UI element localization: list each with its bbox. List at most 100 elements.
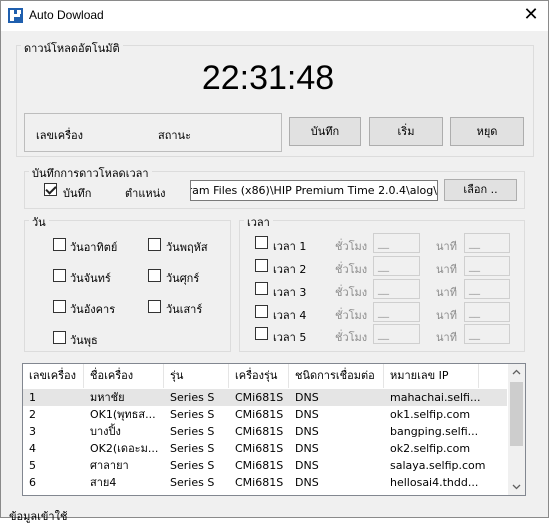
cell-machine-no: 2 [29, 408, 36, 421]
column-header-model[interactable]: เครื่องรุ่น [229, 364, 289, 388]
log-path-field[interactable]: \Program Files (x86)\HIP Premium Time 2.… [190, 180, 438, 201]
cell-ip: salaya.selfip.com [390, 459, 486, 472]
table-row[interactable]: 2 OK1(พุทธส... Series S CMi681S DNS ok1.… [23, 406, 507, 423]
time-2-minute-field[interactable]: __ [464, 256, 510, 276]
time-1-minute-label: นาที [436, 240, 457, 253]
times-group-label: เวลา [244, 213, 273, 231]
cell-ip: ok2.selfip.com [390, 442, 471, 455]
table-header: เลขเครื่อง ชื่อเครื่อง รุ่น เครื่องรุ่น … [23, 364, 507, 388]
time-2-hour-field[interactable]: __ [373, 256, 420, 276]
window-title: Auto Dowload [29, 8, 104, 22]
time-1-minute-field[interactable]: __ [464, 233, 510, 253]
time-1-hour-field[interactable]: __ [373, 233, 420, 253]
cell-connection: DNS [295, 408, 319, 421]
save-log-checkbox[interactable] [44, 183, 57, 196]
device-list[interactable]: เลขเครื่อง ชื่อเครื่อง รุ่น เครื่องรุ่น … [22, 363, 526, 496]
column-header-machine-no[interactable]: เลขเครื่อง [23, 364, 84, 388]
friday-checkbox[interactable] [148, 269, 161, 282]
cell-model: CMi681S [235, 476, 284, 489]
cell-connection: DNS [295, 425, 319, 438]
time-5-checkbox[interactable] [255, 327, 268, 340]
wednesday-label: วันพุธ [70, 334, 98, 347]
cell-machine-name: OK1(พุทธส... [90, 408, 156, 421]
cell-connection: DNS [295, 459, 319, 472]
time-3-hour-label: ชั่วโมง [335, 286, 368, 299]
cell-series: Series S [170, 391, 215, 404]
time-3-minute-field[interactable]: __ [464, 279, 510, 299]
cell-series: Series S [170, 442, 215, 455]
cell-ip: hellosai4.thdd... [390, 476, 479, 489]
cell-ip: mahachai.selfi... [390, 391, 481, 404]
time-5-minute-field[interactable]: __ [464, 324, 510, 344]
scrollbar-thumb[interactable] [510, 382, 523, 446]
time-2-checkbox[interactable] [255, 259, 268, 272]
cell-model: CMi681S [235, 459, 284, 472]
column-header-series[interactable]: รุ่น [164, 364, 229, 388]
footer-cut-text: ข้อมูลเข้าใช้ [9, 510, 68, 523]
column-header-machine-name[interactable]: ชื่อเครื่อง [84, 364, 164, 388]
stop-button[interactable]: หยุด [450, 117, 524, 146]
title-bar: Auto Dowload ✕ [1, 1, 548, 31]
time-1-hour-label: ชั่วโมง [335, 240, 368, 253]
scroll-down-icon[interactable] [508, 478, 525, 495]
location-label: ตำแหน่ง [125, 187, 166, 200]
time-3-checkbox[interactable] [255, 282, 268, 295]
sunday-checkbox[interactable] [53, 238, 66, 251]
time-3-label: เวลา 3 [273, 286, 307, 299]
wednesday-checkbox[interactable] [53, 331, 66, 344]
time-2-label: เวลา 2 [273, 263, 307, 276]
auto-download-group-label: ดาวน์โหลดอัตโนมัติ [21, 39, 123, 57]
table-row[interactable]: 4 OK2(เดอะม... Series S CMi681S DNS ok2.… [23, 440, 507, 457]
time-4-checkbox[interactable] [255, 305, 268, 318]
saturday-checkbox[interactable] [148, 300, 161, 313]
cell-machine-no: 3 [29, 425, 36, 438]
time-5-hour-field[interactable]: __ [373, 324, 420, 344]
close-icon[interactable]: ✕ [519, 4, 543, 26]
app-window: Auto Dowload ✕ ดาวน์โหลดอัตโนมัติ 22:31:… [0, 0, 549, 523]
vertical-scrollbar[interactable] [508, 364, 525, 495]
cell-model: CMi681S [235, 442, 284, 455]
status-label: สถานะ [158, 129, 191, 142]
time-1-checkbox[interactable] [255, 236, 268, 249]
save-button[interactable]: บันทึก [289, 117, 361, 146]
tuesday-checkbox[interactable] [53, 300, 66, 313]
time-5-label: เวลา 5 [273, 331, 307, 344]
scroll-up-icon[interactable] [508, 364, 525, 381]
cell-machine-name: สาย4 [90, 476, 117, 489]
time-3-hour-field[interactable]: __ [373, 279, 420, 299]
cell-machine-no: 1 [29, 391, 36, 404]
table-row[interactable]: 3 บางปิ้ง Series S CMi681S DNS bangping.… [23, 423, 507, 440]
cell-series: Series S [170, 459, 215, 472]
cell-series: Series S [170, 408, 215, 421]
table-row[interactable]: 5 ศาลายา Series S CMi681S DNS salaya.sel… [23, 457, 507, 474]
save-log-checkbox-label: บันทึก [63, 187, 92, 200]
cell-ip: ok1.selfip.com [390, 408, 471, 421]
save-log-group-label: บันทึกการดาวโหลดเวลา [29, 164, 152, 182]
time-4-hour-field[interactable]: __ [373, 302, 420, 322]
time-4-minute-field[interactable]: __ [464, 302, 510, 322]
cell-connection: DNS [295, 442, 319, 455]
monday-checkbox[interactable] [53, 269, 66, 282]
table-row[interactable]: 1 มหาชัย Series S CMi681S DNS mahachai.s… [23, 389, 507, 406]
thursday-checkbox[interactable] [148, 238, 161, 251]
sunday-label: วันอาทิตย์ [70, 241, 118, 254]
cell-machine-name: มหาชัย [90, 391, 125, 404]
cell-model: CMi681S [235, 391, 284, 404]
thursday-label: วันพฤหัส [166, 241, 208, 254]
table-row[interactable]: 6 สาย4 Series S CMi681S DNS hellosai4.th… [23, 474, 507, 491]
table-body: 1 มหาชัย Series S CMi681S DNS mahachai.s… [23, 389, 507, 495]
browse-button[interactable]: เลือก .. [444, 179, 517, 201]
time-2-minute-label: นาที [436, 263, 457, 276]
column-header-ip[interactable]: หมายเลข IP [384, 364, 479, 388]
clock-display: 22:31:48 [201, 59, 335, 97]
time-4-hour-label: ชั่วโมง [335, 309, 368, 322]
column-header-connection[interactable]: ชนิดการเชื่อมต่อ [289, 364, 384, 388]
days-group-label: วัน [29, 213, 49, 231]
cell-model: CMi681S [235, 425, 284, 438]
start-button[interactable]: เริ่ม [369, 117, 443, 146]
cell-machine-name: OK2(เดอะม... [90, 442, 159, 455]
time-3-minute-label: นาที [436, 286, 457, 299]
monday-label: วันจันทร์ [70, 272, 111, 285]
friday-label: วันศุกร์ [166, 272, 200, 285]
cell-model: CMi681S [235, 408, 284, 421]
